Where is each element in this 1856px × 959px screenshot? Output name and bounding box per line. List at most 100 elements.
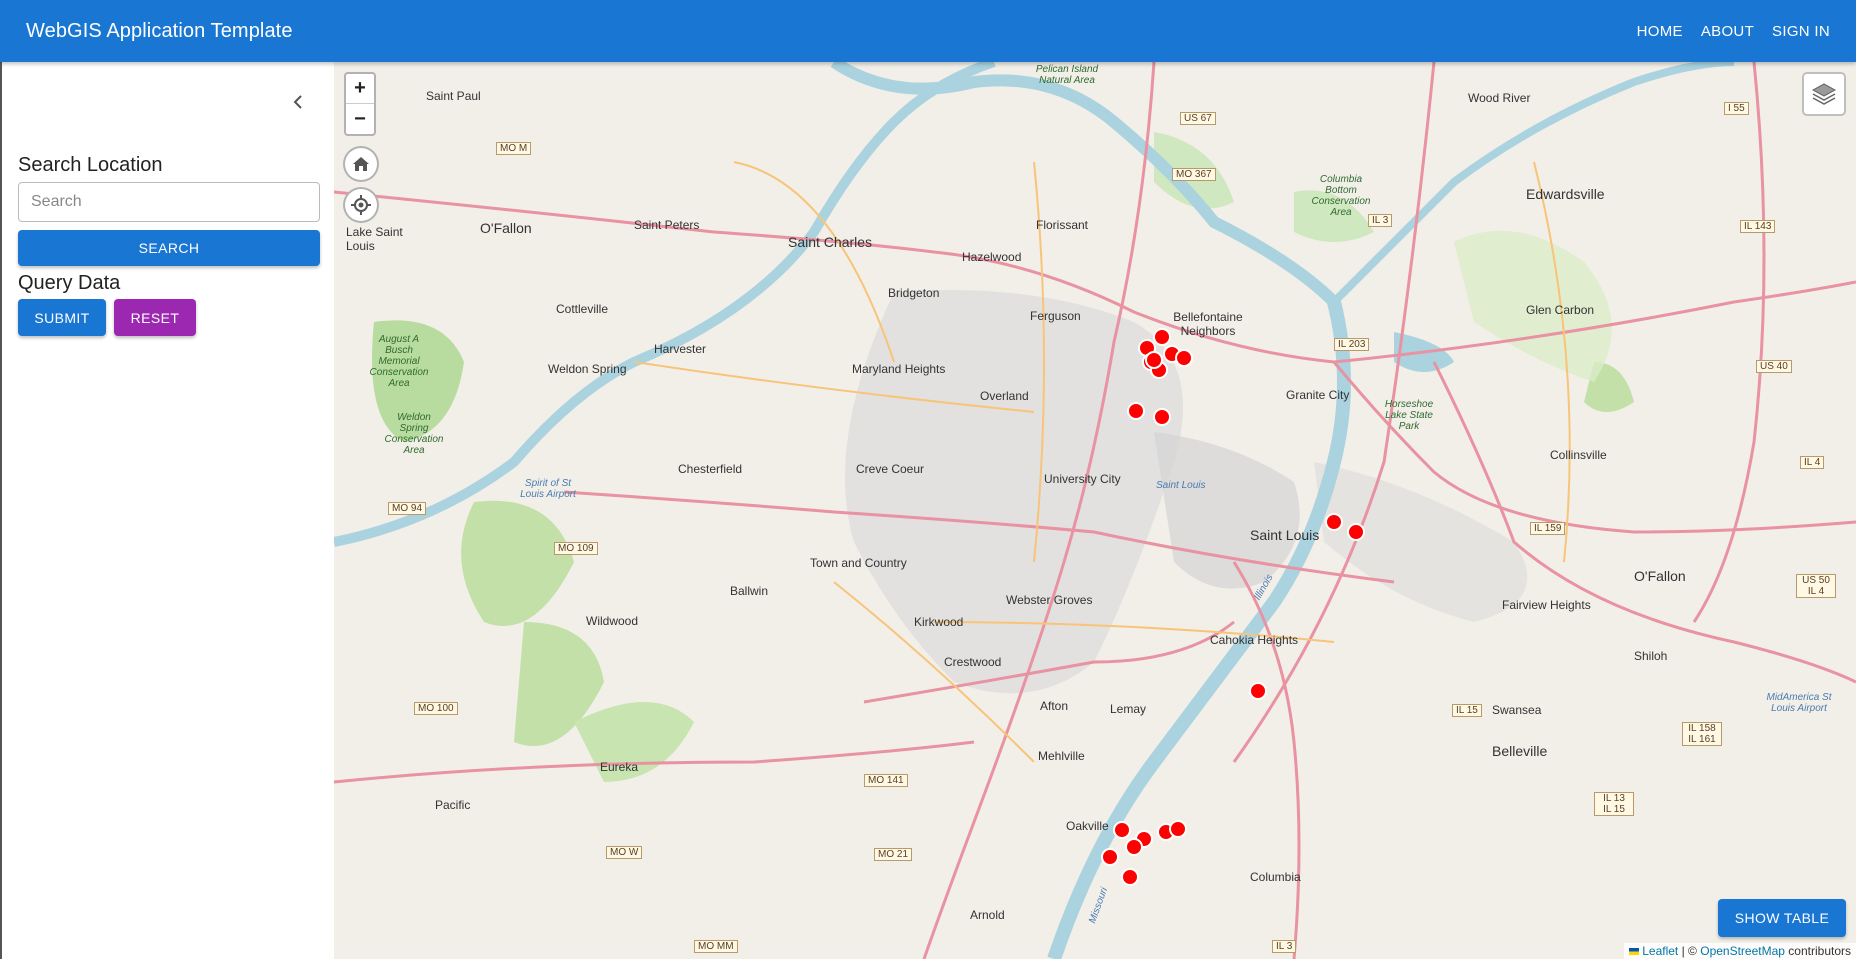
airport-label: Spirit of St Louis Airport bbox=[520, 478, 576, 500]
map-label: Afton bbox=[1040, 699, 1069, 713]
zoom-in-button[interactable]: + bbox=[346, 74, 374, 104]
zoom-out-button[interactable]: − bbox=[346, 104, 374, 134]
map-label: Saint Louis bbox=[1250, 527, 1320, 543]
map-label: Swansea bbox=[1492, 703, 1542, 717]
layers-icon bbox=[1811, 83, 1837, 105]
nav-sign-in-link[interactable]: SIGN IN bbox=[1772, 23, 1830, 40]
map-label: Florissant bbox=[1036, 218, 1089, 232]
water-label: Saint Louis bbox=[1156, 480, 1206, 491]
data-marker[interactable] bbox=[1125, 838, 1143, 856]
route-shield: MO W bbox=[606, 846, 643, 859]
app-bar: WebGIS Application Template HOME ABOUT S… bbox=[0, 0, 1856, 62]
data-marker[interactable] bbox=[1145, 351, 1163, 369]
data-marker[interactable] bbox=[1127, 402, 1145, 420]
route-shield: MO 367 bbox=[1172, 168, 1216, 181]
data-marker[interactable] bbox=[1325, 513, 1343, 531]
map-label: Glen Carbon bbox=[1526, 303, 1595, 317]
route-shield: IL 15 bbox=[1452, 704, 1482, 717]
map[interactable]: Saint Charles Saint Louis Belleville Edw… bbox=[334, 62, 1856, 959]
submit-button[interactable]: SUBMIT bbox=[18, 299, 106, 336]
park-label: August A Busch Memorial Conservation Are… bbox=[369, 334, 429, 389]
map-label: Oakville bbox=[1066, 819, 1109, 833]
map-label: Town and Country bbox=[810, 556, 907, 570]
map-label: Weldon Spring bbox=[548, 362, 627, 376]
map-label: Kirkwood bbox=[914, 615, 964, 629]
reset-button[interactable]: RESET bbox=[114, 299, 196, 336]
crosshair-icon bbox=[351, 195, 371, 215]
data-marker[interactable] bbox=[1113, 821, 1131, 839]
map-label: Maryland Heights bbox=[852, 362, 946, 376]
route-shield: IL 159 bbox=[1530, 522, 1566, 535]
nav-about-link[interactable]: ABOUT bbox=[1701, 23, 1754, 40]
map-label: Wildwood bbox=[586, 614, 639, 628]
data-marker[interactable] bbox=[1175, 349, 1193, 367]
map-label: Ferguson bbox=[1030, 309, 1081, 323]
home-icon bbox=[353, 157, 369, 171]
route-shield: MO 21 bbox=[874, 848, 913, 861]
map-label: Harvester bbox=[654, 342, 707, 356]
route-shield: MO MM bbox=[694, 940, 738, 953]
route-shield: IL 158 IL 161 bbox=[1682, 722, 1722, 746]
map-label: Cottleville bbox=[556, 302, 609, 316]
sidebar: Search Location SEARCH Query Data SUBMIT… bbox=[0, 62, 334, 959]
route-shield: US 50 IL 4 bbox=[1796, 574, 1836, 598]
map-label: Granite City bbox=[1286, 388, 1350, 402]
route-shield: US 40 bbox=[1756, 360, 1792, 373]
route-shield: IL 3 bbox=[1368, 214, 1393, 227]
data-marker[interactable] bbox=[1101, 848, 1119, 866]
route-shield: IL 13 IL 15 bbox=[1594, 792, 1634, 816]
map-label: Lemay bbox=[1110, 702, 1147, 716]
data-marker[interactable] bbox=[1121, 868, 1139, 886]
search-button[interactable]: SEARCH bbox=[18, 230, 320, 266]
route-shield: IL 143 bbox=[1740, 220, 1776, 233]
map-label: Overland bbox=[980, 389, 1029, 403]
map-label: Saint Peters bbox=[634, 218, 700, 232]
map-label: Lake Saint Louis bbox=[346, 225, 403, 253]
locate-button[interactable] bbox=[343, 187, 379, 223]
route-shield: US 67 bbox=[1180, 112, 1216, 125]
map-label: Ballwin bbox=[730, 584, 769, 598]
map-label: Collinsville bbox=[1550, 448, 1607, 462]
map-label: O'Fallon bbox=[1634, 568, 1686, 584]
route-shield: MO M bbox=[496, 142, 532, 155]
map-label: Shiloh bbox=[1634, 649, 1668, 663]
data-marker[interactable] bbox=[1169, 820, 1187, 838]
map-label: Edwardsville bbox=[1526, 186, 1605, 202]
collapse-sidebar-button[interactable] bbox=[292, 90, 304, 116]
map-label: Saint Charles bbox=[788, 234, 873, 250]
data-marker[interactable] bbox=[1153, 408, 1171, 426]
map-label: Saint Paul bbox=[426, 89, 481, 103]
map-label: Eureka bbox=[600, 760, 639, 774]
search-location-heading: Search Location bbox=[18, 154, 163, 176]
map-label: Fairview Heights bbox=[1502, 598, 1591, 612]
map-label: Chesterfield bbox=[678, 462, 743, 476]
map-label: Pacific bbox=[435, 798, 471, 812]
search-input[interactable] bbox=[18, 182, 320, 222]
route-shield: IL 3 bbox=[1272, 940, 1297, 953]
data-marker[interactable] bbox=[1249, 682, 1267, 700]
map-label: Creve Coeur bbox=[856, 462, 925, 476]
map-label: University City bbox=[1044, 472, 1121, 486]
ukraine-flag-icon bbox=[1628, 948, 1639, 955]
park-label: Pelican Island Natural Area bbox=[1035, 64, 1099, 86]
map-label: Hazelwood bbox=[962, 250, 1022, 264]
data-marker[interactable] bbox=[1347, 523, 1365, 541]
show-table-button[interactable]: SHOW TABLE bbox=[1718, 899, 1846, 937]
map-label: Cahokia Heights bbox=[1210, 633, 1299, 647]
route-shield: MO 100 bbox=[414, 702, 458, 715]
park-label: Columbia Bottom Conservation Area bbox=[1311, 174, 1371, 218]
map-label: Arnold bbox=[970, 908, 1005, 922]
attribution-contributors: contributors bbox=[1788, 944, 1851, 958]
route-shield: IL 4 bbox=[1800, 456, 1825, 469]
route-shield: MO 141 bbox=[864, 774, 908, 787]
zoom-control: + − bbox=[344, 72, 376, 136]
map-label: Bridgeton bbox=[888, 286, 940, 300]
nav-home-link[interactable]: HOME bbox=[1637, 23, 1683, 40]
layers-control[interactable] bbox=[1802, 72, 1846, 116]
map-label: Webster Groves bbox=[1006, 593, 1093, 607]
leaflet-link[interactable]: Leaflet bbox=[1642, 944, 1678, 958]
home-button[interactable] bbox=[343, 146, 379, 182]
osm-link[interactable]: OpenStreetMap bbox=[1700, 944, 1785, 958]
map-label: Wood River bbox=[1468, 91, 1531, 105]
map-label: Mehlville bbox=[1038, 749, 1085, 763]
